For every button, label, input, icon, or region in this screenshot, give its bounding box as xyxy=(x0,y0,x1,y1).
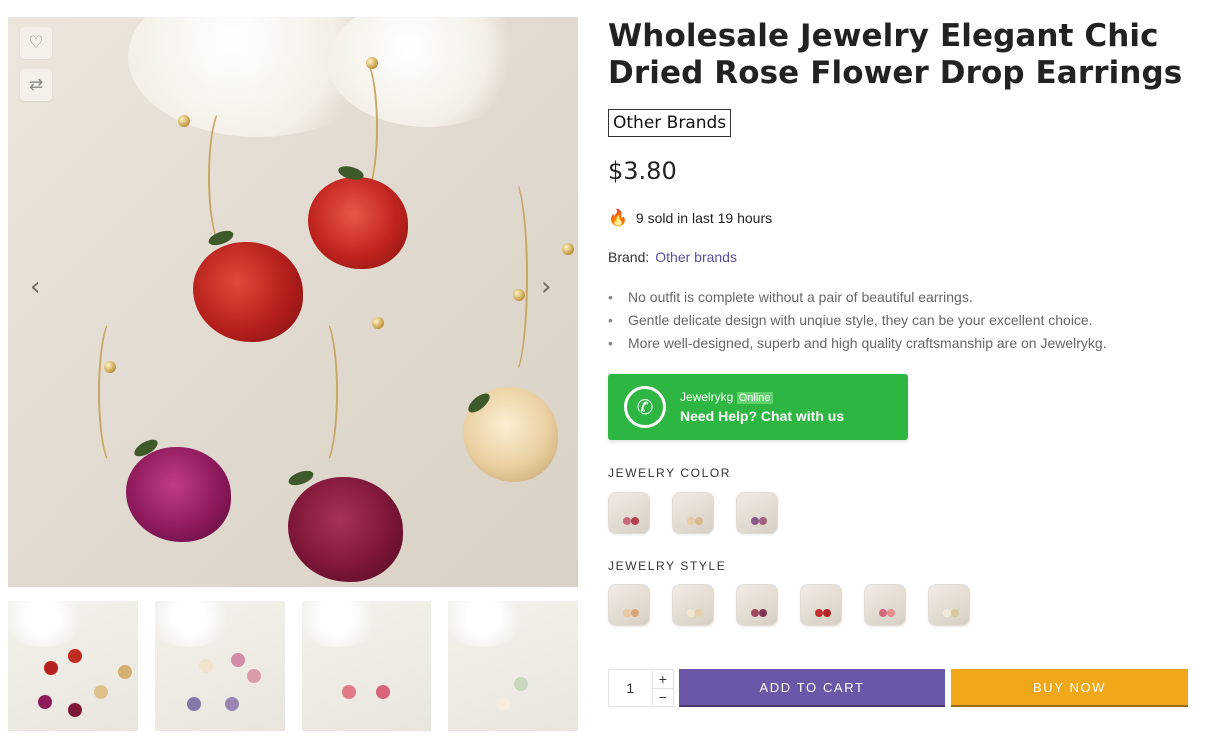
earring-bead xyxy=(366,57,378,69)
coral-decoration xyxy=(448,601,529,647)
earring-bead xyxy=(178,115,190,127)
earring-bead xyxy=(372,317,384,329)
brand-label: Brand: xyxy=(608,249,650,265)
heart-icon: ♡ xyxy=(28,33,44,52)
whatsapp-account: Jewelrykg Online xyxy=(680,390,844,404)
rose-dot xyxy=(94,685,108,699)
jewelry-color-label: JEWELRY COLOR xyxy=(608,466,732,480)
style-swatch-4[interactable] xyxy=(800,584,842,626)
rose-dot xyxy=(68,649,82,663)
gallery-prev-button[interactable]: ‹ xyxy=(30,272,40,302)
whatsapp-chat-button[interactable]: ✆ Jewelrykg Online Need Help? Chat with … xyxy=(608,374,908,440)
rose-dot xyxy=(198,659,213,673)
color-swatch-3[interactable] xyxy=(736,492,778,534)
rose-dot xyxy=(341,685,356,699)
earring-bead xyxy=(104,361,116,373)
earring-wire xyxy=(498,177,528,377)
color-swatch-2[interactable] xyxy=(672,492,714,534)
quantity-buttons: + − xyxy=(651,670,673,707)
wishlist-button[interactable]: ♡ xyxy=(20,27,52,59)
rose-dot xyxy=(224,697,239,711)
product-highlights: No outfit is complete without a pair of … xyxy=(608,286,1107,355)
whatsapp-text: Jewelrykg Online Need Help? Chat with us xyxy=(680,390,844,424)
highlight-item: Gentle delicate design with unqiue style… xyxy=(608,309,1107,332)
style-swatches xyxy=(608,584,970,626)
magenta-rose xyxy=(126,447,231,542)
compare-icon: ⇄ xyxy=(28,75,44,94)
earring-wire xyxy=(98,317,128,467)
rose-dot xyxy=(246,669,261,683)
rose-dot xyxy=(186,697,201,711)
coral-decoration xyxy=(154,601,235,647)
thumbnail-2[interactable] xyxy=(154,601,285,731)
coral-decoration xyxy=(301,601,382,647)
highlight-item: No outfit is complete without a pair of … xyxy=(608,286,1107,309)
thumbnail-strip xyxy=(8,601,578,731)
red-rose xyxy=(193,242,303,342)
product-title: Wholesale Jewelry Elegant Chic Dried Ros… xyxy=(608,18,1183,91)
rose-dot xyxy=(496,697,511,711)
main-product-image[interactable]: ♡ ⇄ ‹ › xyxy=(8,17,578,587)
thumbnail-4[interactable] xyxy=(448,601,578,731)
rose-dot xyxy=(230,653,245,667)
style-swatch-6[interactable] xyxy=(928,584,970,626)
earring-bead xyxy=(562,243,574,255)
sold-counter: 🔥 9 sold in last 19 hours xyxy=(608,208,772,228)
color-swatches xyxy=(608,492,778,534)
rose-dot xyxy=(38,695,52,709)
whatsapp-status: Online xyxy=(736,392,773,404)
fire-icon: 🔥 xyxy=(608,210,628,227)
style-swatch-2[interactable] xyxy=(672,584,714,626)
rose-dot xyxy=(514,677,529,691)
gallery-next-button[interactable]: › xyxy=(541,272,551,302)
rose-dot xyxy=(44,661,58,675)
color-swatch-1[interactable] xyxy=(608,492,650,534)
whatsapp-icon: ✆ xyxy=(624,386,666,428)
sold-text: 9 sold in last 19 hours xyxy=(635,210,773,226)
brand-line: Brand: Other brands xyxy=(608,249,737,265)
thumbnail-3[interactable] xyxy=(301,601,432,731)
style-swatch-3[interactable] xyxy=(736,584,778,626)
coral-decoration xyxy=(8,601,88,647)
brand-link[interactable]: Other brands xyxy=(655,249,737,265)
highlight-item: More well-designed, superb and high qual… xyxy=(608,332,1107,355)
rose-dot xyxy=(118,665,132,679)
whatsapp-help: Need Help? Chat with us xyxy=(680,408,845,424)
style-swatch-5[interactable] xyxy=(864,584,906,626)
earring-wire xyxy=(308,317,338,467)
quantity-decrease-button[interactable]: − xyxy=(653,689,673,707)
thumbnail-1[interactable] xyxy=(8,601,138,731)
style-swatch-1[interactable] xyxy=(608,584,650,626)
add-to-cart-button[interactable]: ADD TO CART xyxy=(679,669,945,707)
whatsapp-name: Jewelrykg xyxy=(680,390,734,404)
wine-rose xyxy=(288,477,403,582)
earring-bead xyxy=(513,289,525,301)
jewelry-style-label: JEWELRY STYLE xyxy=(608,559,727,573)
earring-wire xyxy=(208,107,238,247)
rose-dot xyxy=(375,685,390,699)
quantity-stepper[interactable]: 1 + − xyxy=(608,669,674,707)
red-rose xyxy=(308,177,408,269)
buy-now-button[interactable]: BUY NOW xyxy=(951,669,1188,707)
rose-dot xyxy=(68,703,82,717)
compare-button[interactable]: ⇄ xyxy=(20,69,52,101)
quantity-increase-button[interactable]: + xyxy=(652,670,673,689)
quantity-input[interactable]: 1 xyxy=(609,670,652,706)
product-price: $3.80 xyxy=(608,157,677,185)
brand-tag[interactable]: Other Brands xyxy=(608,109,732,137)
